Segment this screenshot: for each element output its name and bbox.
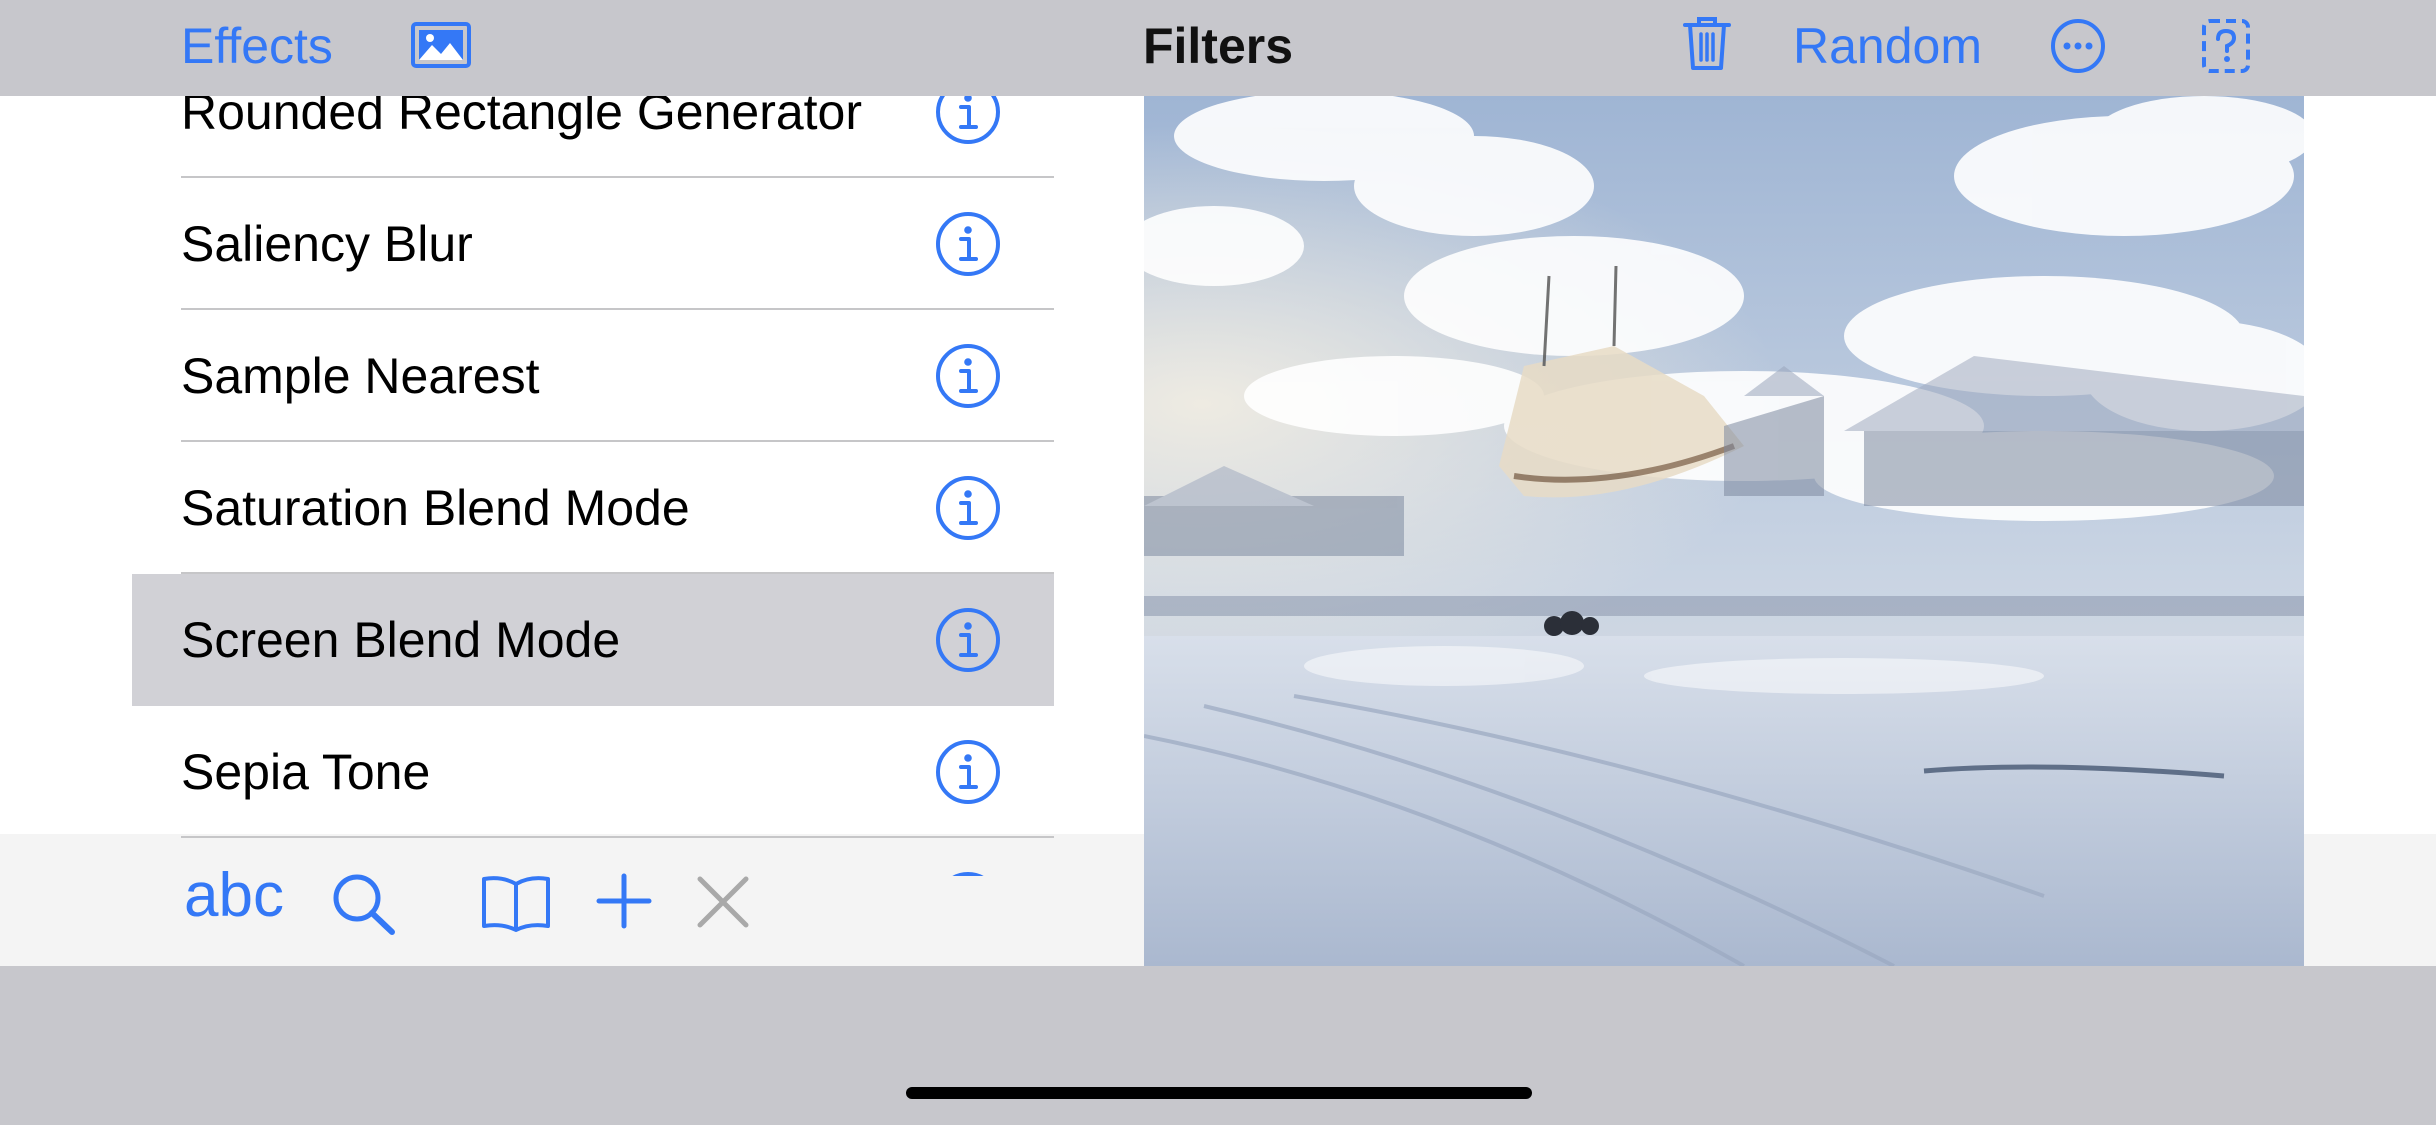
info-icon[interactable] — [935, 739, 1001, 805]
filter-row[interactable]: Sample Nearest — [132, 310, 1054, 442]
book-icon[interactable] — [480, 874, 552, 937]
filter-row-label: Saturation Blend Mode — [181, 480, 690, 536]
filter-list[interactable]: Rounded Rectangle Generator Saliency Blur… — [132, 96, 1054, 876]
filter-row-label: Sepia Tone — [181, 744, 431, 800]
help-icon[interactable] — [2201, 18, 2251, 74]
filter-row-label: Sample Nearest — [181, 348, 540, 404]
trash-icon[interactable] — [1682, 14, 1732, 72]
filters-screen: Effects Filters Random Rounded Rectangle… — [0, 0, 2436, 1125]
info-icon[interactable] — [935, 96, 1001, 145]
close-icon — [697, 876, 749, 933]
filtered-image-preview — [1144, 96, 2304, 966]
info-icon[interactable] — [935, 607, 1001, 673]
info-icon[interactable] — [935, 871, 1001, 876]
filter-row-label: Screen Blend Mode — [181, 612, 621, 668]
filter-row-label: Saliency Blur — [181, 216, 473, 272]
more-icon[interactable] — [2050, 18, 2106, 74]
info-icon[interactable] — [935, 475, 1001, 541]
random-button[interactable]: Random — [1793, 18, 1982, 74]
filter-row[interactable]: Rounded Rectangle Generator — [132, 96, 1054, 178]
right-margin — [2304, 96, 2436, 834]
filter-row[interactable]: Saliency Blur — [132, 178, 1054, 310]
abc-button[interactable]: abc — [184, 864, 284, 928]
add-icon[interactable] — [596, 873, 652, 934]
info-icon[interactable] — [935, 211, 1001, 277]
search-icon[interactable] — [330, 872, 398, 941]
filter-row[interactable]: Saturation Blend Mode — [132, 442, 1054, 574]
filter-row-label: Rounded Rectangle Generator — [181, 96, 863, 140]
filter-row[interactable]: Screen Blend Mode — [132, 574, 1054, 706]
home-indicator[interactable] — [906, 1087, 1532, 1099]
filter-row[interactable]: Sepia Tone — [132, 706, 1054, 838]
navigation-bar: Effects Filters Random — [0, 0, 2436, 96]
info-icon[interactable] — [935, 343, 1001, 409]
